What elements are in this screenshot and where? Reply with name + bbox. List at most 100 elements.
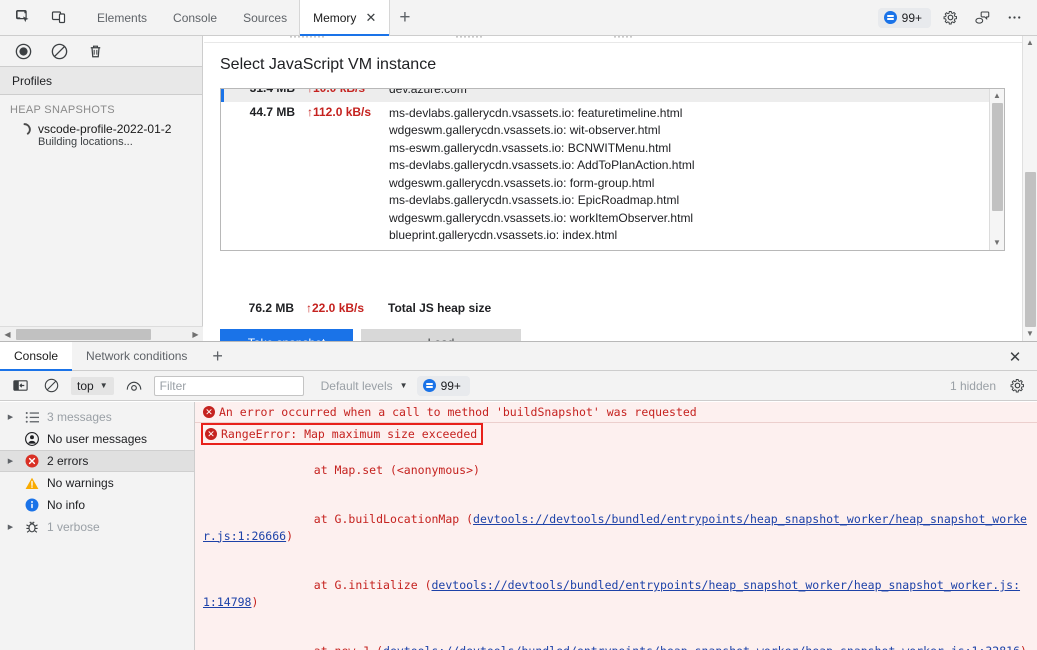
vm-instance-row[interactable]: 44.7 MB ↑112.0 kB/s ms-devlabs.gallerycd… (221, 102, 1004, 248)
take-snapshot-button[interactable]: Take snapshot (220, 329, 353, 341)
error-icon (21, 453, 43, 469)
sidebar-item-warnings[interactable]: ▶ No warnings (0, 472, 194, 494)
user-icon (21, 431, 43, 447)
close-icon[interactable]: ✕ (365, 11, 376, 24)
console-message-list[interactable]: ✕ An error occurred when a call to metho… (195, 402, 1037, 650)
scroll-left-arrow-icon[interactable]: ◀ (0, 330, 15, 339)
issues-icon (883, 11, 897, 24)
tab-network-conditions[interactable]: Network conditions (72, 342, 201, 370)
load-button[interactable]: Load (361, 329, 521, 341)
tab-sources[interactable]: Sources (230, 0, 300, 35)
chevron-right-icon[interactable]: ▶ (4, 413, 17, 421)
memory-sidebar: Profiles HEAP SNAPSHOTS vscode-profile-2… (0, 36, 203, 341)
clear-console-icon[interactable] (40, 375, 62, 397)
tab-memory[interactable]: Memory ✕ (300, 0, 390, 36)
stack-frame: at new J (devtools://devtools/bundled/en… (203, 627, 1031, 650)
vm-url: ms-devlabs.gallerycdn.vsassets.io: EpicR… (389, 193, 680, 207)
more-options-icon[interactable] (1001, 5, 1027, 31)
stack-frame-prefix: at new J ( (286, 644, 383, 650)
sidebar-item-errors-label: 2 errors (47, 454, 89, 468)
tab-network-conditions-label: Network conditions (86, 349, 188, 363)
console-error-text: An error occurred when a call to method … (219, 405, 697, 419)
chevron-right-icon[interactable]: ▶ (4, 523, 17, 531)
vm-heap-rate: ↑10.0 kB/s (307, 88, 366, 95)
scrollbar-thumb[interactable] (991, 103, 1003, 211)
stack-frame-link[interactable]: devtools://devtools/bundled/entrypoints/… (383, 644, 1020, 650)
total-heap-size: 76.2 MB (248, 301, 294, 315)
live-expression-icon[interactable] (123, 375, 145, 397)
record-icon[interactable] (12, 40, 34, 62)
main-tab-list: Elements Console Sources Memory ✕ + (84, 0, 420, 36)
console-toolbar: top ▼ Default levels ▼ 99+ 1 hidden (0, 371, 1037, 401)
feedback-icon[interactable] (969, 5, 995, 31)
sidebar-item-verbose[interactable]: ▶ 1 verbose (0, 516, 194, 538)
stack-frame-suffix: ) (251, 594, 259, 609)
heap-snapshots-group-title: HEAP SNAPSHOTS (10, 104, 115, 116)
scrollbar-thumb[interactable] (16, 328, 151, 340)
console-sidebar-toggle-icon[interactable] (9, 375, 31, 397)
execution-context-label: top (77, 378, 94, 393)
tab-console-drawer[interactable]: Console (0, 342, 73, 371)
memory-toolbar (0, 36, 202, 67)
console-issues-button[interactable]: 99+ (416, 375, 470, 396)
hidden-messages-label: 1 hidden (949, 378, 996, 393)
total-heap-label: Total JS heap size (388, 301, 492, 315)
console-error-message[interactable]: ✕ RangeError: Map maximum size exceeded (195, 423, 1037, 445)
stack-frame-suffix: <anonymous>) (396, 462, 480, 477)
devtools-main-tabbar: Elements Console Sources Memory ✕ + 99+ (0, 0, 1037, 36)
warning-icon (21, 476, 43, 491)
sidebar-item-user-messages-label: No user messages (47, 432, 148, 446)
scroll-down-arrow-icon[interactable]: ▼ (1026, 327, 1034, 341)
inspect-element-icon[interactable] (10, 5, 36, 31)
tab-console-label: Console (173, 10, 218, 25)
execution-context-selector[interactable]: top ▼ (71, 376, 114, 395)
scroll-right-arrow-icon[interactable]: ▶ (188, 330, 203, 339)
console-error-message[interactable]: ✕ An error occurred when a call to metho… (195, 402, 1037, 422)
memory-action-buttons: Take snapshot Load (220, 329, 521, 341)
vm-url: blueprint.gallerycdn.vsassets.io: index.… (389, 228, 618, 242)
vm-instance-row[interactable]: 31.4 MB ↑10.0 kB/s dev.azure.com (221, 88, 1004, 102)
filter-input[interactable] (153, 375, 304, 396)
total-heap-rate: ↑22.0 kB/s (306, 301, 365, 315)
console-drawer: Console Network conditions + ✕ top ▼ Fil… (0, 341, 1037, 650)
add-panel-button[interactable]: + (389, 0, 420, 35)
memory-panel: Profiles HEAP SNAPSHOTS vscode-profile-2… (0, 36, 1037, 341)
scrollbar-thumb[interactable] (1024, 172, 1036, 327)
tab-console[interactable]: Console (160, 0, 230, 35)
tab-sources-label: Sources (243, 10, 288, 25)
snapshot-list-item[interactable]: vscode-profile-2022-01-2 Building locati… (0, 120, 202, 151)
vm-url: wdgeswm.gallerycdn.vsassets.io: form-gro… (389, 175, 655, 190)
sidebar-item-messages-label: 3 messages (47, 410, 112, 424)
memory-panel-scrollbar[interactable]: ▲ ▼ (1022, 36, 1037, 341)
vm-list-scrollbar[interactable]: ▲ ▼ (989, 89, 1004, 250)
profiles-header: Profiles (0, 67, 202, 95)
trash-icon[interactable] (84, 40, 106, 62)
issues-count-label: 99+ (901, 10, 922, 25)
add-drawer-tab-button[interactable]: + (201, 342, 234, 370)
issues-counter-button[interactable]: 99+ (877, 7, 931, 28)
clear-icon[interactable] (48, 40, 70, 62)
chevron-right-icon[interactable]: ▶ (4, 457, 17, 465)
chevron-down-icon: ▼ (99, 381, 108, 390)
sidebar-item-errors[interactable]: ▶ 2 errors (0, 450, 194, 472)
sidebar-item-messages[interactable]: ▶ 3 messages (0, 406, 194, 428)
log-levels-selector[interactable]: Default levels ▼ (321, 379, 408, 393)
sidebar-horizontal-scrollbar[interactable]: ◀ ▶ (0, 326, 203, 341)
stack-frame-suffix: ) (286, 528, 294, 543)
vm-instance-list[interactable]: 31.4 MB ↑10.0 kB/s dev.azure.com 44.7 MB… (220, 88, 1005, 251)
device-toolbar-icon[interactable] (46, 5, 72, 31)
clipped-text-row: ········· ······· ····· (204, 36, 1022, 42)
console-settings-icon[interactable] (1006, 375, 1028, 397)
scroll-up-arrow-icon[interactable]: ▲ (1026, 36, 1034, 50)
gear-icon[interactable] (937, 5, 963, 31)
stack-frame-prefix: at G.initialize ( (286, 578, 432, 592)
stack-frame: at Map.set (<anonymous>) (203, 445, 1031, 495)
close-drawer-icon[interactable]: ✕ (1003, 342, 1027, 371)
console-body: ▶ 3 messages ▶ (0, 402, 1037, 650)
scroll-down-arrow-icon[interactable]: ▼ (993, 236, 1001, 250)
error-icon: ✕ (205, 428, 217, 440)
tab-elements[interactable]: Elements (84, 0, 160, 35)
sidebar-item-info[interactable]: ▶ No info (0, 494, 194, 516)
scroll-up-arrow-icon[interactable]: ▲ (993, 89, 1001, 103)
sidebar-item-user-messages[interactable]: ▶ No user messages (0, 428, 194, 450)
